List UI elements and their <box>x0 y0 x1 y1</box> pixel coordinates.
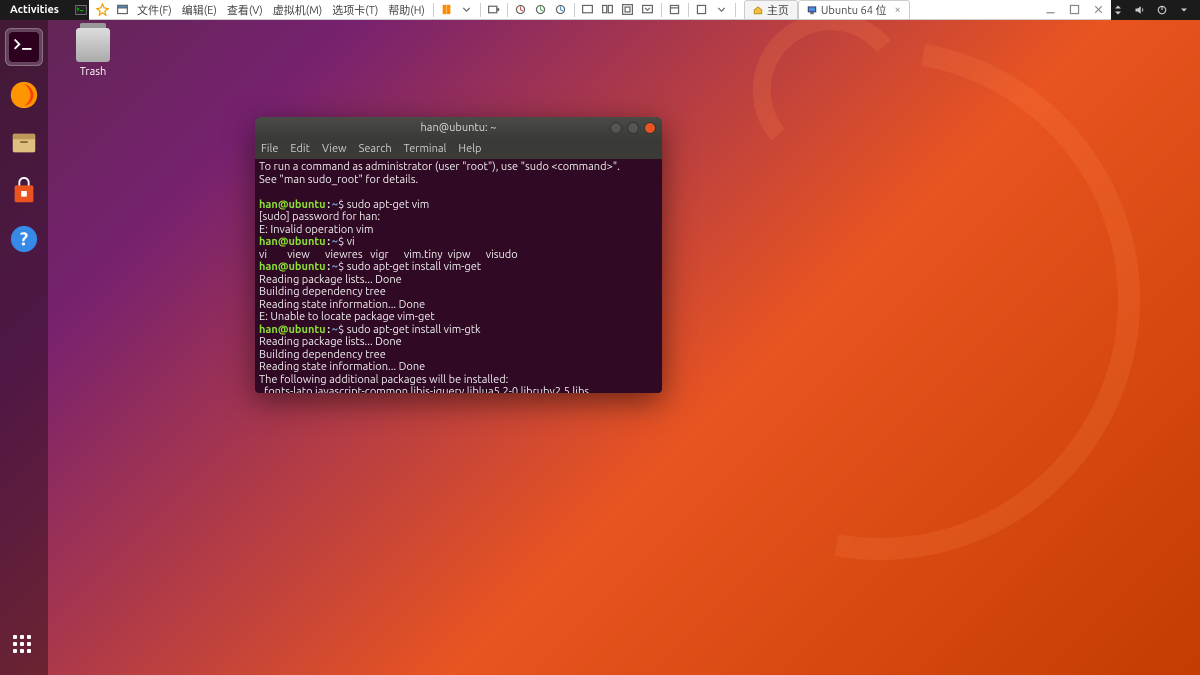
vm-minimize-button[interactable] <box>1041 1 1059 19</box>
window-close-button[interactable] <box>644 122 656 134</box>
terminal-window[interactable]: han@ubuntu: ~ File Edit View Search Term… <box>255 117 662 393</box>
network-icon <box>1112 4 1124 16</box>
vm-menu-view[interactable]: 查看(V) <box>223 2 267 18</box>
terminal-menubar: File Edit View Search Terminal Help <box>255 139 662 159</box>
term-line: See "man sudo_root" for details. <box>259 174 418 186</box>
vm-dropdown-icon[interactable] <box>458 1 476 19</box>
status-area[interactable] <box>1112 4 1200 16</box>
term-line: fonts-lato javascript-common libjs-jquer… <box>259 386 589 393</box>
vm-menu-edit[interactable]: 编辑(E) <box>178 2 221 18</box>
term-menu-file[interactable]: File <box>261 143 278 155</box>
term-line: E: Unable to locate package vim-get <box>259 311 435 323</box>
prompt-user: han@ubuntu <box>259 236 326 248</box>
power-icon <box>1156 4 1168 16</box>
dock-software[interactable] <box>5 172 43 210</box>
svg-text:?: ? <box>20 229 28 250</box>
terminal-title: han@ubuntu: ~ <box>421 122 497 134</box>
terminal-body[interactable]: To run a command as administrator (user … <box>255 159 662 393</box>
separator <box>507 3 508 17</box>
term-line: To run a command as administrator (user … <box>259 161 620 173</box>
vm-tab-guest-label: Ubuntu 64 位 <box>821 2 887 18</box>
apps-grid-icon <box>13 635 35 657</box>
vm-devices-icon[interactable] <box>693 1 711 19</box>
ubuntu-dock: ? <box>0 20 48 675</box>
term-line: Reading state information... Done <box>259 299 425 311</box>
window-minimize-button[interactable] <box>610 122 622 134</box>
term-line: Building dependency tree <box>259 286 386 298</box>
vm-host-toolbar: 文件(F) 编辑(E) 查看(V) 虚拟机(M) 选项卡(T) 帮助(H) 主页… <box>89 0 1111 20</box>
term-line: Reading package lists... Done <box>259 274 402 286</box>
dock-terminal[interactable] <box>5 28 43 66</box>
term-line: E: Invalid operation vim <box>259 224 374 236</box>
separator <box>735 3 736 17</box>
caret-down-icon <box>1178 4 1190 16</box>
vm-maximize-button[interactable] <box>1065 1 1083 19</box>
files-icon <box>9 128 39 158</box>
monitor-icon <box>807 5 817 15</box>
activities-button[interactable]: Activities <box>0 4 69 16</box>
vm-close-button[interactable] <box>1089 1 1107 19</box>
terminal-icon <box>75 4 87 16</box>
prompt-user: han@ubuntu <box>259 324 326 336</box>
vm-tab-home[interactable]: 主页 <box>744 0 798 19</box>
term-line: Reading state information... Done <box>259 361 425 373</box>
term-cmd: sudo apt-get install vim-gtk <box>344 324 480 336</box>
vm-snapshot-revert-icon[interactable] <box>552 1 570 19</box>
separator <box>433 3 434 17</box>
trash-label: Trash <box>66 66 120 78</box>
term-menu-search[interactable]: Search <box>359 143 392 155</box>
separator <box>574 3 575 17</box>
vm-dropdown2-icon[interactable] <box>713 1 731 19</box>
terminal-titlebar[interactable]: han@ubuntu: ~ <box>255 117 662 139</box>
separator <box>480 3 481 17</box>
dock-files[interactable] <box>5 124 43 162</box>
term-menu-view[interactable]: View <box>322 143 347 155</box>
term-line: The following additional packages will b… <box>259 374 508 386</box>
help-icon: ? <box>9 224 39 254</box>
term-line: [sudo] password for han: <box>259 211 380 223</box>
term-line: Reading package lists... Done <box>259 336 402 348</box>
home-icon <box>753 5 763 15</box>
separator <box>661 3 662 17</box>
vm-screen1-icon[interactable] <box>579 1 597 19</box>
vm-tab-icon[interactable] <box>113 1 131 19</box>
term-cmd: sudo apt-get vim <box>344 199 429 211</box>
term-cmd: vi <box>344 236 355 248</box>
vm-tab-close-icon[interactable]: × <box>894 4 900 16</box>
term-menu-help[interactable]: Help <box>458 143 481 155</box>
desktop-trash[interactable]: Trash <box>66 28 120 78</box>
vm-snapshot-manage-icon[interactable] <box>532 1 550 19</box>
vm-screen2-icon[interactable] <box>599 1 617 19</box>
trash-icon <box>76 28 110 62</box>
vm-tab-home-label: 主页 <box>767 2 789 18</box>
dock-help[interactable]: ? <box>5 220 43 258</box>
vm-menu-file[interactable]: 文件(F) <box>133 2 176 18</box>
vm-pin-icon[interactable] <box>93 1 111 19</box>
separator <box>688 3 689 17</box>
dock-show-apps[interactable] <box>5 627 43 665</box>
vm-menu-tabs[interactable]: 选项卡(T) <box>328 2 382 18</box>
vm-menu-help[interactable]: 帮助(H) <box>384 2 429 18</box>
prompt-user: han@ubuntu <box>259 199 326 211</box>
dock-firefox[interactable] <box>5 76 43 114</box>
prompt-user: han@ubuntu <box>259 261 326 273</box>
vm-send-button[interactable] <box>485 1 503 19</box>
term-cmd: sudo apt-get install vim-get <box>344 261 481 273</box>
terminal-icon <box>9 32 39 62</box>
vm-unity-icon[interactable] <box>639 1 657 19</box>
term-menu-edit[interactable]: Edit <box>290 143 310 155</box>
vm-menu-machine[interactable]: 虚拟机(M) <box>269 2 327 18</box>
window-maximize-button[interactable] <box>627 122 639 134</box>
vm-pause-button[interactable] <box>438 1 456 19</box>
term-menu-terminal[interactable]: Terminal <box>404 143 447 155</box>
firefox-icon <box>9 80 39 110</box>
shopping-bag-icon <box>9 176 39 206</box>
vm-fullscreen-icon[interactable] <box>619 1 637 19</box>
vm-snapshot-icon[interactable] <box>512 1 530 19</box>
term-line: vi view viewres vigr vim.tiny vipw visud… <box>259 249 518 261</box>
volume-icon <box>1134 4 1146 16</box>
term-line: Building dependency tree <box>259 349 386 361</box>
vm-library-icon[interactable] <box>666 1 684 19</box>
vm-tab-guest[interactable]: Ubuntu 64 位 × <box>798 0 910 19</box>
